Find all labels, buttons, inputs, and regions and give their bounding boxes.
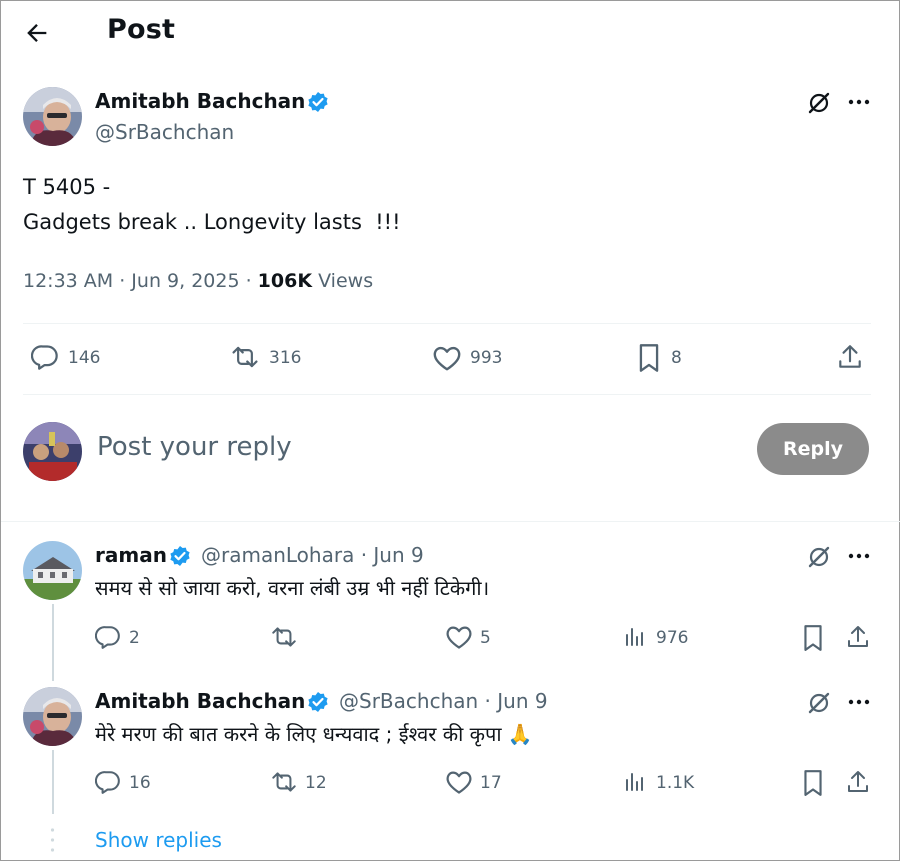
bookmark-icon[interactable] <box>802 769 824 797</box>
divider <box>23 394 871 395</box>
reply-count: 2 <box>129 628 140 648</box>
like-icon[interactable] <box>445 624 473 650</box>
views-icon[interactable] <box>623 625 647 649</box>
reply-author-name[interactable]: raman <box>95 543 167 567</box>
verified-badge-icon <box>169 545 191 567</box>
show-replies-link[interactable]: Show replies <box>95 828 222 852</box>
share-icon[interactable] <box>837 343 863 371</box>
post-text-line-1: T 5405 - <box>23 175 111 199</box>
reply-button[interactable]: Reply <box>757 423 869 475</box>
reply-count: 16 <box>129 773 151 793</box>
post-page: Post Amitabh Bachchan @SrBachchan T 5405… <box>0 0 900 861</box>
thread-line <box>52 750 54 814</box>
like-icon[interactable] <box>445 769 473 795</box>
post-timestamp[interactable]: 12:33 AM · Jun 9, 2025 · <box>23 270 258 292</box>
avatar[interactable] <box>23 87 82 146</box>
reply-handle-date[interactable]: @ramanLohara · Jun 9 <box>201 543 424 567</box>
like-count: 17 <box>480 773 502 793</box>
avatar[interactable] <box>23 687 82 746</box>
post-meta: 12:33 AM · Jun 9, 2025 · 106K Views <box>23 270 373 292</box>
grok-icon[interactable] <box>806 690 832 716</box>
more-icon[interactable] <box>847 96 871 108</box>
views-icon[interactable] <box>623 770 647 794</box>
views-label: Views <box>312 270 374 292</box>
views-count: 1.1K <box>656 773 695 793</box>
repost-icon[interactable] <box>269 769 299 795</box>
reply-input[interactable]: Post your reply <box>97 432 292 462</box>
reply-handle-date[interactable]: @SrBachchan · Jun 9 <box>339 689 548 713</box>
views-count: 976 <box>656 628 689 648</box>
avatar[interactable] <box>23 541 82 600</box>
like-icon[interactable] <box>432 344 462 372</box>
like-count: 993 <box>470 348 503 368</box>
grok-icon[interactable] <box>806 90 832 116</box>
post-text-line-2: Gadgets break .. Longevity lasts !!! <box>23 210 401 234</box>
reply-icon[interactable] <box>95 769 121 795</box>
repost-icon[interactable] <box>269 624 299 650</box>
like-count: 5 <box>480 628 491 648</box>
verified-badge-icon <box>307 91 329 113</box>
more-icon[interactable] <box>847 550 871 562</box>
back-arrow-icon[interactable] <box>23 19 51 47</box>
verified-badge-icon <box>307 691 329 713</box>
share-icon[interactable] <box>846 769 870 795</box>
grok-icon[interactable] <box>806 544 832 570</box>
reply-author-name[interactable]: Amitabh Bachchan <box>95 689 305 713</box>
reply-text: समय से सो जाया करो, वरना लंबी उम्र भी नह… <box>95 576 490 600</box>
reply-text: मेरे मरण की बात करने के लिए धन्यवाद ; ईश… <box>95 722 533 746</box>
more-icon[interactable] <box>847 696 871 708</box>
reply-icon[interactable] <box>95 624 121 650</box>
page-title: Post <box>107 14 176 45</box>
author-handle[interactable]: @SrBachchan <box>95 120 234 144</box>
thread-dots <box>50 827 55 855</box>
author-name[interactable]: Amitabh Bachchan <box>95 89 305 113</box>
share-icon[interactable] <box>846 624 870 650</box>
thread-line <box>52 604 54 681</box>
repost-count: 12 <box>305 773 327 793</box>
avatar <box>23 422 82 481</box>
bookmark-count: 8 <box>671 348 682 368</box>
views-count: 106K <box>257 270 313 292</box>
divider <box>23 323 871 324</box>
reply-count: 146 <box>68 348 101 368</box>
reply-icon[interactable] <box>31 343 59 371</box>
bookmark-icon[interactable] <box>637 343 661 373</box>
bookmark-icon[interactable] <box>802 624 824 652</box>
repost-icon[interactable] <box>229 343 261 371</box>
repost-count: 316 <box>269 348 302 368</box>
divider <box>1 521 900 522</box>
